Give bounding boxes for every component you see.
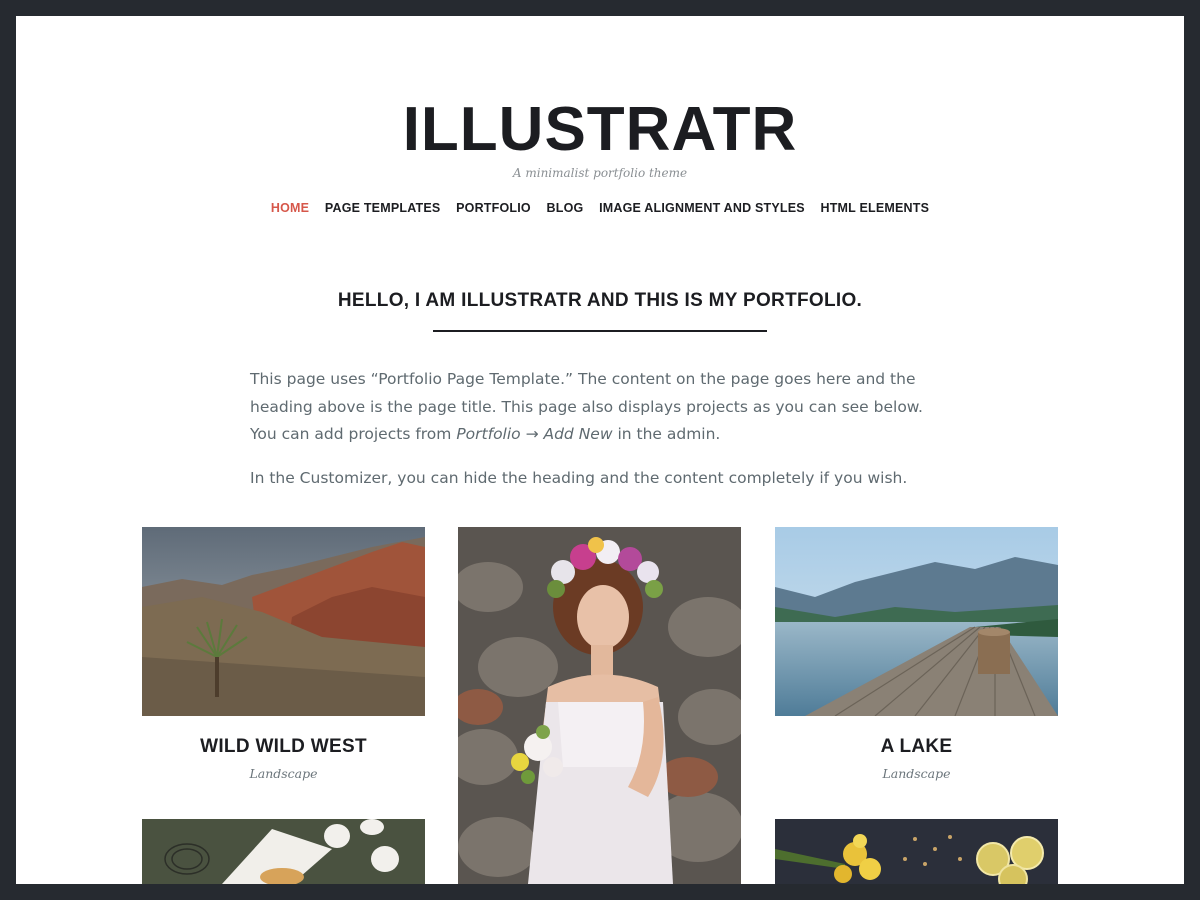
eggs-kitchen-photo[interactable] <box>142 819 425 884</box>
project-category[interactable]: Landscape <box>142 766 425 781</box>
project-card[interactable] <box>142 819 425 884</box>
lake-pier-photo[interactable] <box>775 527 1058 716</box>
project-card[interactable] <box>775 819 1058 884</box>
page-heading: HELLO, I AM ILLUSTRATR AND THIS IS MY PO… <box>337 290 863 311</box>
heading-divider <box>433 330 767 332</box>
flower-crown-woman-photo[interactable] <box>458 527 741 884</box>
project-card[interactable]: A LAKE Landscape <box>775 527 1058 781</box>
nav-item-html-elements[interactable]: HTML ELEMENTS <box>820 201 929 215</box>
page-content: This page uses “Portfolio Page Template.… <box>250 366 950 508</box>
site-tagline: A minimalist portfolio theme <box>512 166 688 180</box>
nav-item-blog[interactable]: BLOG <box>547 201 584 215</box>
project-title[interactable]: A LAKE <box>775 736 1058 758</box>
intro-paragraph: This page uses “Portfolio Page Template.… <box>250 366 950 449</box>
nav-item-home[interactable]: HOME <box>271 201 309 215</box>
customizer-paragraph: In the Customizer, you can hide the head… <box>250 468 908 487</box>
project-card[interactable]: WILD WILD WEST Landscape <box>142 527 425 781</box>
main-nav: HOME PAGE TEMPLATES PORTFOLIO BLOG IMAGE… <box>16 201 1184 215</box>
project-card[interactable] <box>458 527 741 884</box>
desert-canyon-photo[interactable] <box>142 527 425 716</box>
intro-admin-path: Portfolio → Add New <box>456 425 613 443</box>
lemons-flowers-photo[interactable] <box>775 819 1058 884</box>
nav-item-portfolio[interactable]: PORTFOLIO <box>456 201 531 215</box>
intro-text-end: in the admin. <box>612 425 721 443</box>
nav-item-image-alignment[interactable]: IMAGE ALIGNMENT AND STYLES <box>599 201 805 215</box>
site-title[interactable]: ILLUSTRATR <box>16 94 1184 165</box>
project-category[interactable]: Landscape <box>775 766 1058 781</box>
nav-item-page-templates[interactable]: PAGE TEMPLATES <box>325 201 441 215</box>
page: ILLUSTRATR A minimalist portfolio theme … <box>16 16 1184 884</box>
project-title[interactable]: WILD WILD WEST <box>142 736 425 758</box>
